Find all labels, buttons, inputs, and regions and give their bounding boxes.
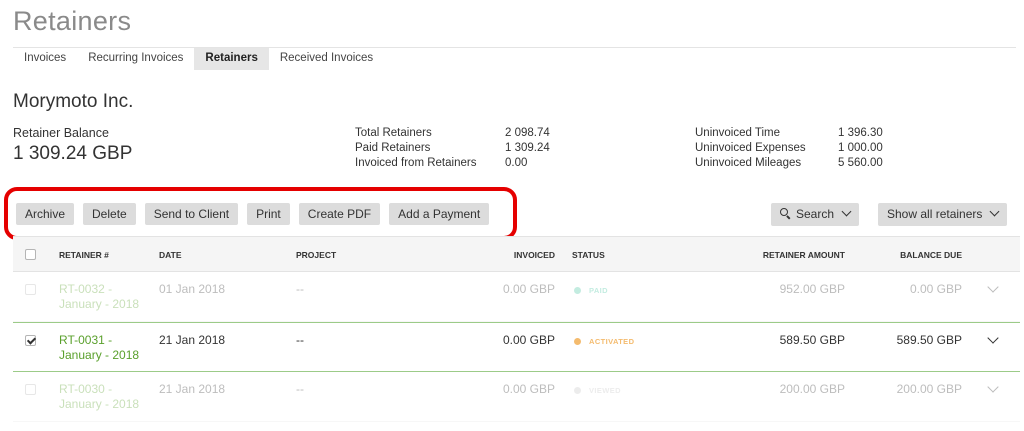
total-retainers-value: 2 098.74 [505,127,550,139]
tab-recurring-invoices[interactable]: Recurring Invoices [77,48,194,70]
invoiced-from-retainers-label: Invoiced from Retainers [355,157,477,169]
project-cell: -- [296,333,304,347]
invoiced-cell: 0.00 GBP [502,282,555,296]
expand-chevron-icon[interactable] [987,332,999,344]
uninvoiced-time-value: 1 396.30 [838,127,883,139]
retainer-amount-cell: 589.50 GBP [779,333,845,347]
row-checkbox[interactable] [25,384,36,395]
retainer-number-line2: January - 2018 [59,348,140,362]
tab-invoices[interactable]: Invoices [13,48,77,70]
tab-received-invoices[interactable]: Received Invoices [269,48,384,70]
invoiced-cell: 0.00 GBP [502,333,555,347]
status-badge: PAID [574,286,608,295]
select-all-checkbox[interactable] [25,249,36,260]
action-toolbar: Archive Delete Send to Client Print Crea… [16,203,498,225]
header-balance-due[interactable]: BALANCE DUE [900,250,962,260]
search-icon [780,208,791,220]
balance-due-cell: 200.00 GBP [896,382,962,396]
retainer-balance-value: 1 309.24 GBP [13,143,133,164]
row-checkbox[interactable] [25,284,36,295]
header-project[interactable]: PROJECT [296,250,336,260]
status-text: ACTIVATED [589,337,635,346]
client-name: Morymoto Inc. [13,91,134,112]
status-badge: VIEWED [574,386,621,395]
uninvoiced-expenses-value: 1 000.00 [838,142,883,154]
header-retainer-number[interactable]: RETAINER # [59,250,109,260]
chevron-down-icon [989,206,1000,217]
retainer-number-line2: January - 2018 [59,397,140,411]
summary-right-labels: Uninvoiced Time Uninvoiced Expenses Unin… [695,126,806,171]
summary-right-values: 1 396.30 1 000.00 5 560.00 [838,126,883,171]
header-status[interactable]: STATUS [572,250,605,260]
search-button-label: Search [796,207,835,221]
retainer-balance-label: Retainer Balance [13,126,109,140]
retainers-table: RETAINER # DATE PROJECT INVOICED STATUS … [13,236,1020,422]
delete-button[interactable]: Delete [83,203,136,225]
table-row[interactable]: RT-0032 - January - 2018 01 Jan 2018 -- … [13,272,1020,322]
date-cell: 21 Jan 2018 [159,333,226,347]
retainer-number-line2: January - 2018 [59,297,140,311]
balance-due-cell: 0.00 GBP [909,282,962,296]
table-header: RETAINER # DATE PROJECT INVOICED STATUS … [13,236,1020,272]
expand-chevron-icon[interactable] [987,281,999,293]
paid-retainers-label: Paid Retainers [355,142,431,154]
chevron-down-icon [841,206,852,217]
retainer-number-line1: RT-0030 - [59,382,113,396]
retainer-number-link[interactable]: RT-0030 - January - 2018 [59,382,139,412]
retainer-number-link[interactable]: RT-0032 - January - 2018 [59,282,139,312]
header-invoiced[interactable]: INVOICED [514,250,555,260]
project-cell: -- [296,382,304,396]
page-title: Retainers [13,6,132,36]
status-dot [574,337,581,345]
retainer-amount-cell: 200.00 GBP [779,382,845,396]
invoiced-cell: 0.00 GBP [502,382,555,396]
summary-mid-labels: Total Retainers Paid Retainers Invoiced … [355,126,476,171]
table-row[interactable]: RT-0031 - January - 2018 21 Jan 2018 -- … [13,322,1020,372]
uninvoiced-mileages-label: Uninvoiced Mileages [695,157,802,169]
retainer-number-line1: RT-0031 - [59,333,113,347]
filter-dropdown[interactable]: Show all retainers [878,203,1008,226]
balance-due-cell: 589.50 GBP [896,333,962,347]
invoiced-from-retainers-value: 0.00 [505,157,528,169]
retainer-number-line1: RT-0032 - [59,282,113,296]
uninvoiced-time-label: Uninvoiced Time [695,127,781,139]
tab-retainers[interactable]: Retainers [194,48,269,70]
status-text: PAID [589,286,608,295]
retainer-amount-cell: 952.00 GBP [779,282,845,296]
summary-mid-values: 2 098.74 1 309.24 0.00 [505,126,550,171]
table-row[interactable]: RT-0030 - January - 2018 21 Jan 2018 -- … [13,372,1020,422]
status-dot [574,386,581,394]
row-checkbox[interactable] [25,335,36,346]
date-cell: 21 Jan 2018 [159,382,226,396]
uninvoiced-expenses-label: Uninvoiced Expenses [695,142,806,154]
create-pdf-button[interactable]: Create PDF [298,203,381,225]
filter-dropdown-label: Show all retainers [887,207,983,221]
search-button[interactable]: Search [771,203,860,226]
paid-retainers-value: 1 309.24 [505,142,550,154]
archive-button[interactable]: Archive [16,203,75,225]
header-retainer-amount[interactable]: RETAINER AMOUNT [763,250,845,260]
uninvoiced-mileages-value: 5 560.00 [838,157,883,169]
status-dot [574,286,581,294]
total-retainers-label: Total Retainers [355,127,432,139]
retainer-number-link[interactable]: RT-0031 - January - 2018 [59,333,139,363]
project-cell: -- [296,282,304,296]
tab-bar: Invoices Recurring Invoices Retainers Re… [13,48,384,70]
date-cell: 01 Jan 2018 [159,282,226,296]
expand-chevron-icon[interactable] [987,381,999,393]
add-payment-button[interactable]: Add a Payment [389,203,490,225]
send-to-client-button[interactable]: Send to Client [144,203,239,225]
status-text: VIEWED [589,386,621,395]
header-date[interactable]: DATE [159,250,182,260]
print-button[interactable]: Print [247,203,290,225]
status-badge: ACTIVATED [574,337,634,346]
